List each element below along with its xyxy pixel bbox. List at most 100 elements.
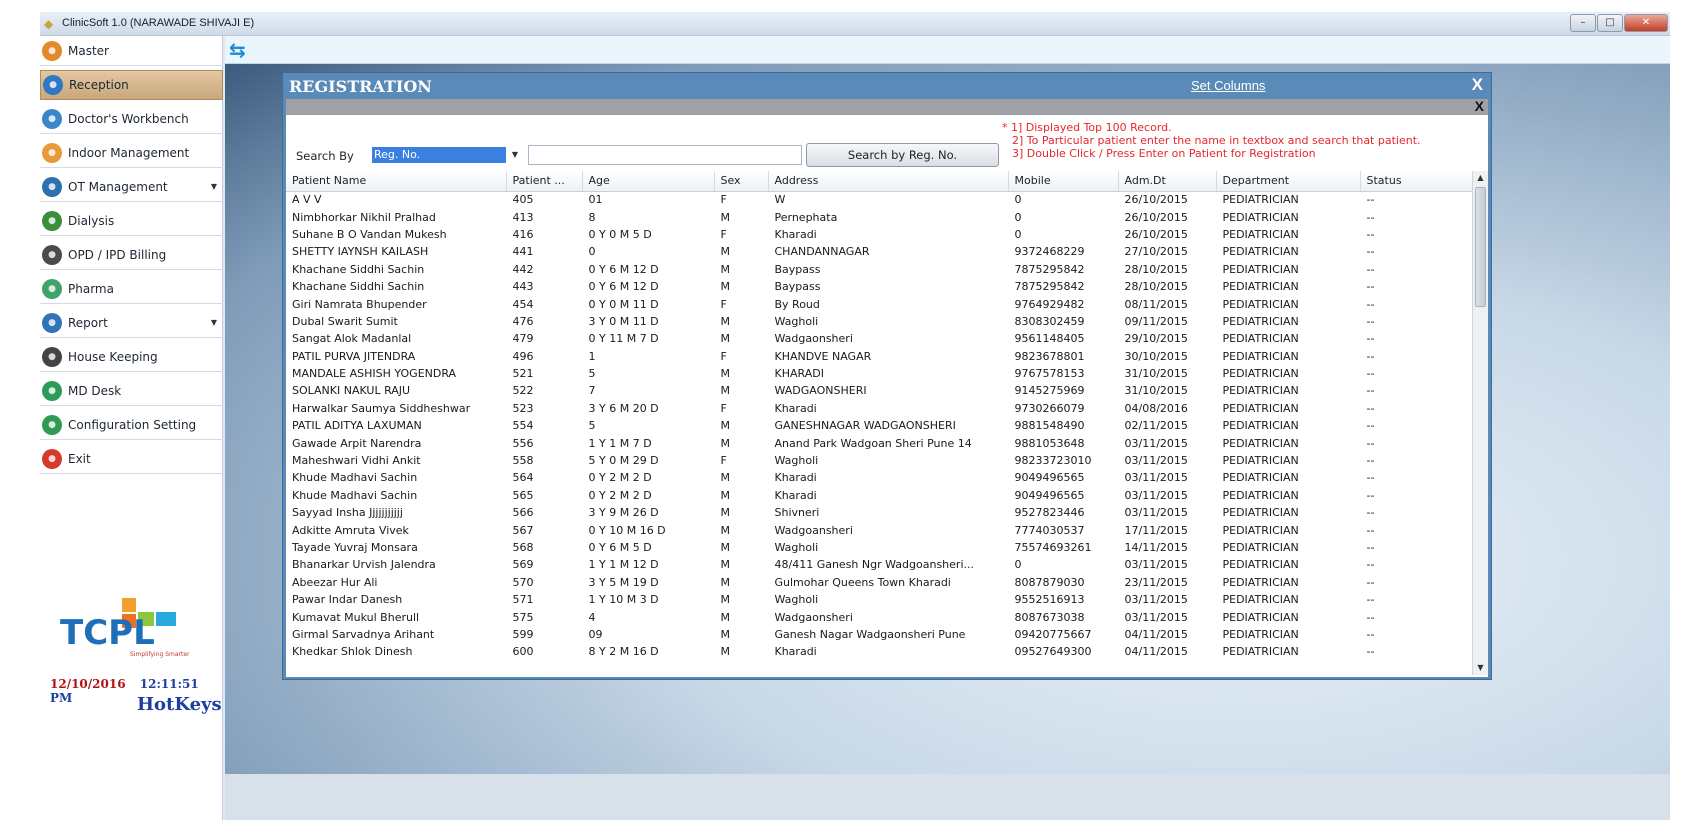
- table-cell: Dubal Swarit Sumit: [292, 314, 398, 328]
- table-row[interactable]: Adkitte Amruta Vivek 567 0 Y 10 M 16 D M Wad…: [286, 521, 1472, 538]
- toolbar-strip: ⇆: [225, 36, 1670, 64]
- hotkeys-link[interactable]: HotKeys: [137, 694, 222, 715]
- table-row[interactable]: Girmal Sarvadnya Arihant 599 09 M Ganesh Nag…: [286, 626, 1472, 643]
- table-cell: M: [720, 210, 731, 224]
- table-cell: CHANDANNAGAR: [774, 245, 870, 259]
- sidebar-item-md-desk[interactable]: ● MD Desk: [40, 376, 223, 406]
- table-row[interactable]: Maheshwari Vidhi Ankit 558 5 Y 0 M 29 D F Wa…: [286, 452, 1472, 469]
- table-cell: 31/10/2015: [1124, 384, 1188, 398]
- sidebar-item-indoor-management[interactable]: ● Indoor Management: [40, 138, 223, 168]
- column-header[interactable]: Adm.Dt: [1118, 171, 1217, 192]
- table-cell: M: [720, 610, 731, 624]
- sidebar-item-exit[interactable]: ● Exit: [40, 444, 223, 474]
- table-row[interactable]: A V V 405 01 F W 0 26/10/2015 PEDIATRICIAN --: [286, 191, 1472, 208]
- table-cell: PEDIATRICIAN: [1222, 262, 1299, 276]
- table-cell: 566: [512, 506, 534, 520]
- sidebar-item-report[interactable]: ● Report ▼: [40, 308, 223, 338]
- table-row[interactable]: Khedkar Shlok Dinesh 600 8 Y 2 M 16 D M Khar…: [286, 643, 1472, 660]
- swap-arrows-icon[interactable]: ⇆: [229, 40, 263, 60]
- table-row[interactable]: Khude Madhavi Sachin 565 0 Y 2 M 2 D M Khara…: [286, 487, 1472, 504]
- table-cell: Pawar Indar Danesh: [292, 593, 403, 607]
- table-row[interactable]: Dubal Swarit Sumit 476 3 Y 0 M 11 D M Waghol…: [286, 313, 1472, 330]
- table-row[interactable]: Nimbhorkar Nikhil Pralhad 413 8 M Pernephata…: [286, 208, 1472, 225]
- table-cell: Wadgaonsheri: [774, 332, 853, 346]
- table-row[interactable]: Suhane B O Vandan Mukesh 416 0 Y 0 M 5 D F K…: [286, 226, 1472, 243]
- table-cell: 5: [588, 419, 596, 433]
- table-cell: W: [774, 193, 786, 207]
- table-cell: Kharadi: [774, 488, 817, 502]
- table-row[interactable]: Sayyad Insha Jjjjjjjjjjj 566 3 Y 9 M 26 D M…: [286, 504, 1472, 521]
- table-cell: Anand Park Wadgoan Sheri Pune 14: [774, 436, 972, 450]
- sidebar-item-opd-ipd-billing[interactable]: ● OPD / IPD Billing: [40, 240, 223, 270]
- column-header[interactable]: Department: [1216, 171, 1361, 192]
- table-cell: M: [720, 627, 731, 641]
- table-row[interactable]: Harwalkar Saumya Siddheshwar 523 3 Y 6 M 2…: [286, 400, 1472, 417]
- table-cell: 7875295842: [1014, 280, 1085, 294]
- table-row[interactable]: MANDALE ASHISH YOGENDRA 521 5 M KHARADI 97675…: [286, 365, 1472, 382]
- table-row[interactable]: Abeezar Hur Ali 570 3 Y 5 M 19 D M Gulmohar …: [286, 574, 1472, 591]
- table-row[interactable]: Gawade Arpit Narendra 556 1 Y 1 M 7 D M Anan…: [286, 434, 1472, 451]
- chevron-down-icon[interactable]: ▼: [211, 318, 217, 327]
- table-row[interactable]: SOLANKI NAKUL RAJU 522 7 M WADGAONSHERI 91452…: [286, 382, 1472, 399]
- chevron-down-icon[interactable]: ▼: [211, 182, 217, 191]
- sidebar-item-configuration-setting[interactable]: ● Configuration Setting: [40, 410, 223, 440]
- table-cell: 0: [1014, 227, 1022, 241]
- table-cell: 522: [512, 384, 534, 398]
- close-window-button[interactable]: ✕: [1624, 14, 1668, 32]
- table-row[interactable]: Giri Namrata Bhupender 454 0 Y 0 M 11 D F By…: [286, 295, 1472, 312]
- table-row[interactable]: Khachane Siddhi Sachin 442 0 Y 6 M 12 D M Ba…: [286, 261, 1472, 278]
- scroll-thumb[interactable]: [1475, 187, 1486, 307]
- scroll-down-icon[interactable]: ▼: [1473, 661, 1488, 675]
- table-row[interactable]: Sangat Alok Madanlal 479 0 Y 11 M 7 D M Wadg…: [286, 330, 1472, 347]
- table-row[interactable]: Khude Madhavi Sachin 564 0 Y 2 M 2 D M Khara…: [286, 469, 1472, 486]
- table-cell: Giri Namrata Bhupender: [292, 297, 427, 311]
- table-cell: GANESHNAGAR WADGAONSHERI: [774, 419, 956, 433]
- table-cell: 565: [512, 488, 534, 502]
- minimize-button[interactable]: –: [1570, 14, 1596, 32]
- table-row[interactable]: Tayade Yuvraj Monsara 568 0 Y 6 M 5 D M Wagh…: [286, 539, 1472, 556]
- column-header[interactable]: Sex: [714, 171, 769, 192]
- table-row[interactable]: Bhanarkar Urvish Jalendra 569 1 Y 1 M 12 D…: [286, 556, 1472, 573]
- search-input[interactable]: [528, 145, 802, 165]
- column-header[interactable]: Age: [582, 171, 715, 192]
- column-header[interactable]: Patient Name: [286, 171, 507, 192]
- panel-close-button[interactable]: X: [1475, 98, 1484, 114]
- sidebar-item-reception[interactable]: ● Reception: [40, 70, 223, 100]
- chevron-down-icon[interactable]: ▼: [506, 147, 524, 163]
- column-header[interactable]: Patient ...: [506, 171, 583, 192]
- sidebar-item-master[interactable]: ● Master: [40, 36, 223, 66]
- table-row[interactable]: SHETTY IAYNSH KAILASH 441 0 M CHANDANNAGAR 93…: [286, 243, 1472, 260]
- sidebar-item-ot-management[interactable]: ● OT Management ▼: [40, 172, 223, 202]
- table-cell: 03/11/2015: [1124, 558, 1188, 572]
- vertical-scrollbar[interactable]: ▲ ▼: [1472, 171, 1488, 675]
- column-header[interactable]: Address: [768, 171, 1009, 192]
- table-row[interactable]: Khachane Siddhi Sachin 443 0 Y 6 M 12 D M Ba…: [286, 278, 1472, 295]
- table-cell: Harwalkar Saumya Siddheshwar: [292, 401, 471, 415]
- search-button[interactable]: Search by Reg. No.: [806, 143, 999, 167]
- table-cell: --: [1366, 575, 1375, 589]
- column-header[interactable]: Mobile: [1008, 171, 1119, 192]
- sidebar-item-label: Reception: [69, 78, 129, 92]
- scroll-up-icon[interactable]: ▲: [1473, 171, 1488, 185]
- table-cell: Wadgoansheri: [774, 523, 853, 537]
- table-row[interactable]: Pawar Indar Danesh 571 1 Y 10 M 3 D M Waghol…: [286, 591, 1472, 608]
- table-row[interactable]: PATIL ADITYA LAXUMAN 554 5 M GANESHNAGAR WAD…: [286, 417, 1472, 434]
- column-header[interactable]: Status: [1360, 171, 1473, 192]
- sidebar-item-pharma[interactable]: ● Pharma: [40, 274, 223, 304]
- sidebar-item-doctor-s-workbench[interactable]: ● Doctor's Workbench: [40, 104, 223, 134]
- set-columns-link[interactable]: Set Columns: [1191, 78, 1265, 93]
- table-cell: PEDIATRICIAN: [1222, 210, 1299, 224]
- maximize-button[interactable]: □: [1597, 14, 1623, 32]
- sidebar-item-label: Exit: [68, 451, 91, 466]
- search-by-select[interactable]: Reg. No. ▼: [372, 147, 524, 163]
- table-row[interactable]: Kumavat Mukul Bherull 575 4 M Wadgaonsheri 80…: [286, 608, 1472, 625]
- sidebar-item-label: Master: [68, 43, 109, 58]
- table-row[interactable]: PATIL PURVA JITENDRA 496 1 F KHANDVE NAGAR 98…: [286, 348, 1472, 365]
- sidebar-item-label: Indoor Management: [68, 145, 190, 160]
- sidebar-item-house-keeping[interactable]: ● House Keeping: [40, 342, 223, 372]
- table-cell: Sayyad Insha Jjjjjjjjjjj: [292, 506, 403, 520]
- sidebar-item-dialysis[interactable]: ● Dialysis: [40, 206, 223, 236]
- dialog-close-button[interactable]: X: [1472, 75, 1483, 95]
- table-cell: 30/10/2015: [1124, 349, 1188, 363]
- table-cell: --: [1366, 227, 1375, 241]
